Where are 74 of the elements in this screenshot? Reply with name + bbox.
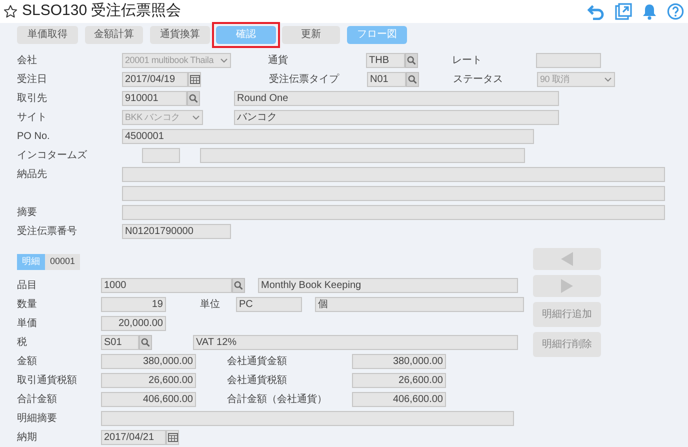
field-label: 合計金額（会社通貨） [227, 392, 328, 407]
input-field[interactable] [122, 167, 665, 182]
input-field[interactable]: VAT 12% [193, 335, 518, 350]
input-field[interactable]: 380,000.00 [352, 354, 446, 369]
field-label: 会社 [17, 54, 38, 68]
field-label: 税 [17, 336, 28, 350]
input-field[interactable]: 19 [101, 297, 166, 312]
field-label: 納期 [17, 430, 38, 445]
field-label: サイト [17, 111, 48, 125]
input-field[interactable]: PC [236, 297, 302, 312]
search-icon [234, 281, 243, 290]
input-field[interactable]: 26,600.00 [101, 373, 196, 388]
triangle-left-icon [561, 252, 573, 266]
input-field[interactable]: 個 [315, 297, 524, 312]
star-icon [3, 4, 18, 19]
toolbar-button[interactable]: 単価取得 [17, 26, 78, 44]
input-field[interactable]: N01201790000 [122, 224, 231, 239]
search-icon [408, 75, 417, 84]
triangle-right-icon [561, 279, 573, 293]
chevron-down-icon [220, 58, 228, 63]
next-button[interactable] [533, 275, 601, 297]
field-label: 合計金額 [17, 392, 58, 407]
input-field[interactable]: 26,600.00 [352, 373, 446, 388]
help-icon [667, 3, 684, 20]
field-label: インコタームズ [17, 149, 88, 163]
previous-button[interactable] [533, 248, 601, 270]
search-icon [407, 56, 416, 65]
toolbar-button[interactable]: 金額計算 [85, 26, 143, 44]
field-label: レート [452, 54, 483, 68]
input-field[interactable] [122, 205, 665, 220]
toolbar-button[interactable]: 更新 [282, 26, 340, 44]
tab[interactable]: 00001 [45, 254, 80, 270]
field-label: ステータス [453, 73, 504, 87]
field-label: PO No. [17, 130, 51, 144]
field-label: 単位 [200, 298, 221, 312]
input-field[interactable]: 4500001 [122, 129, 534, 144]
field-label: 納品先 [17, 168, 48, 182]
bell-icon [642, 3, 657, 20]
field-label: 受注日 [17, 72, 48, 87]
chevron-down-icon [192, 115, 200, 120]
field-label: 数量 [17, 298, 38, 312]
input-field[interactable] [200, 148, 525, 163]
input-field[interactable]: 406,600.00 [352, 392, 446, 407]
external-window-icon [615, 3, 632, 20]
page-title: SLSO130 受注伝票照会 [22, 1, 182, 22]
input-field[interactable]: Monthly Book Keeping [258, 278, 518, 293]
input-field[interactable]: 20,000.00 [101, 316, 166, 331]
field-label: 取引先 [17, 92, 48, 106]
field-label: 摘要 [17, 206, 38, 220]
search-icon [189, 94, 198, 103]
input-field[interactable] [536, 53, 601, 68]
calendar-icon [190, 75, 200, 84]
field-label: 会社通貨税額 [227, 374, 288, 388]
field-label: 会社通貨金額 [227, 354, 288, 369]
field-label: 受注伝票番号 [17, 224, 78, 239]
toolbar-button[interactable]: 通貨換算 [150, 26, 210, 44]
field-label: 単価 [17, 317, 38, 331]
search-icon [141, 338, 150, 347]
input-field[interactable]: 380,000.00 [101, 354, 196, 369]
input-field[interactable]: バンコク [234, 110, 559, 125]
undo-icon [587, 4, 605, 20]
chevron-down-icon [604, 77, 612, 82]
field-label: 品目 [17, 279, 38, 293]
input-field[interactable] [101, 411, 514, 426]
input-field[interactable]: Round One [234, 91, 559, 106]
field-label: 取引通貨税額 [17, 374, 78, 388]
calendar-icon [168, 433, 178, 442]
input-field[interactable]: 406,600.00 [101, 392, 196, 407]
field-label: 金額 [17, 354, 38, 369]
field-label: 通貨 [268, 54, 289, 68]
input-field[interactable] [122, 186, 665, 201]
field-label: 受注伝票タイプ [269, 72, 340, 87]
input-field[interactable] [142, 148, 180, 163]
field-label: 明細摘要 [17, 412, 58, 426]
